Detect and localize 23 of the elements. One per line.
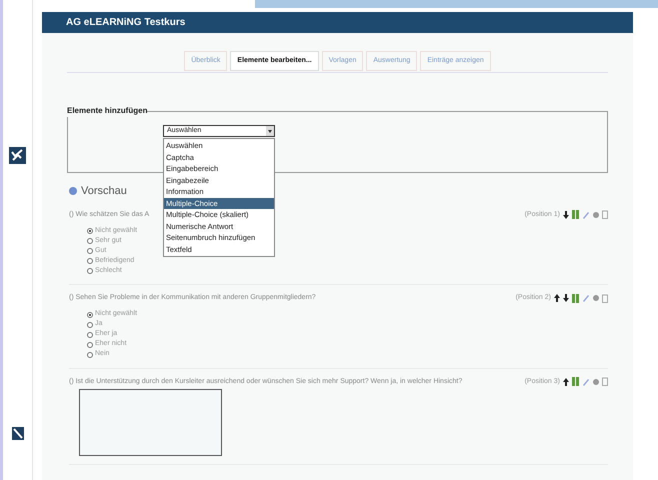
pen-icon[interactable] bbox=[12, 427, 24, 440]
circle-icon[interactable] bbox=[593, 212, 599, 218]
radio-button[interactable] bbox=[87, 352, 93, 358]
radio-button[interactable] bbox=[87, 228, 93, 234]
circle-icon[interactable] bbox=[593, 295, 599, 302]
arrow-down-icon[interactable] bbox=[563, 210, 569, 219]
radio-button[interactable] bbox=[87, 248, 93, 254]
panel-legend: Elemente hinzufügen bbox=[67, 105, 148, 117]
course-title: AG eLEARNiNG Testkurs bbox=[66, 16, 186, 30]
arrow-up-icon[interactable] bbox=[563, 378, 569, 386]
bullet-icon bbox=[69, 187, 77, 196]
arrow-down-icon[interactable] bbox=[563, 294, 569, 302]
section-title: Vorschau bbox=[81, 184, 127, 199]
answer-box[interactable] bbox=[79, 389, 222, 456]
radio-button[interactable] bbox=[87, 268, 93, 274]
radio-button[interactable] bbox=[87, 238, 93, 244]
radio-button[interactable] bbox=[87, 312, 93, 318]
circle-icon[interactable] bbox=[593, 378, 599, 385]
radio-button[interactable] bbox=[87, 332, 93, 338]
radio-button[interactable] bbox=[87, 322, 93, 328]
radio-button[interactable] bbox=[87, 342, 93, 348]
arrow-up-icon[interactable] bbox=[554, 294, 560, 302]
radio-button[interactable] bbox=[87, 258, 93, 264]
